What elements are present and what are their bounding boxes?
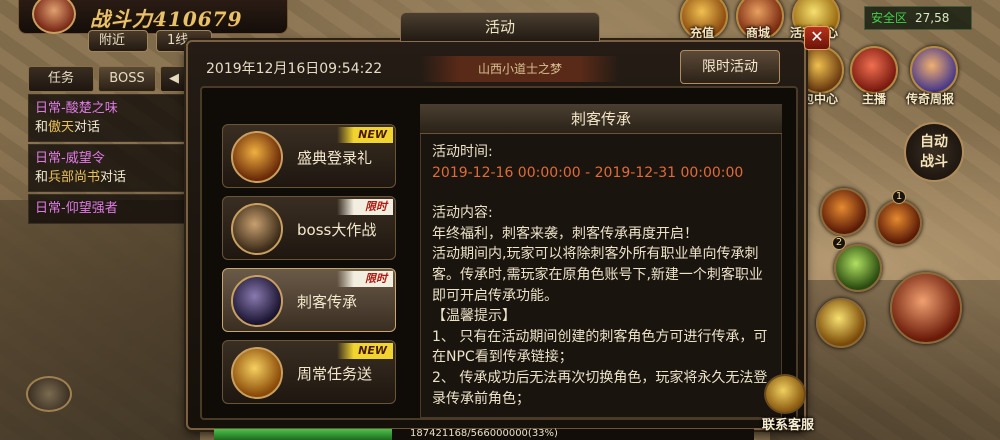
customer-service-label[interactable]: 联系客服 [762,414,814,433]
limited-tag: 限时 [337,271,393,287]
anchor-icon[interactable] [850,46,898,94]
chevron-left-icon: ◀ [169,71,179,86]
activity-item-weekly-tasks[interactable]: 周常任务送 NEW [222,340,396,404]
new-tag: NEW [337,127,393,143]
activity-item-assassin-inherit[interactable]: 刺客传承 限时 [222,268,396,332]
activity-label: 盛典登录礼 [297,149,373,167]
customer-service-phone-icon[interactable] [764,374,806,414]
treasure-bag-icon [231,131,283,183]
skill-slot-badge: 2 [832,236,846,250]
task-title: 日常-酸楚之味 [35,101,118,116]
close-icon: ✕ [810,27,824,46]
zone-label: 安全区 [871,11,908,25]
experience-text: 187421168/566000000(33%) [410,428,558,439]
limited-activity-tab[interactable]: 限时活动 [680,50,780,84]
content-line: 活动期间内,玩家可以将除刺客外所有职业单向传承刺客。传承时,需玩家在原角色账号下… [432,246,763,304]
skill-slot-badge: 1 [892,190,906,204]
chat-icon[interactable] [26,376,72,412]
activity-item-celebration-login[interactable]: 盛典登录礼 NEW [222,124,396,188]
auto-fight-label: 自动战斗 [920,134,948,170]
shop-label: 商城 [746,26,771,40]
server-datetime: 2019年12月16日09:54:22 [206,61,383,77]
fire-skill-icon[interactable] [820,188,868,236]
new-tag: NEW [337,343,393,359]
content-line: 2、 传承成功后无法再次切换角色，玩家将永久无法登录传承前角色； [432,369,768,407]
assassin-icon [231,275,283,327]
detail-title: 刺客传承 [420,104,782,134]
limited-tag: 限时 [337,199,393,215]
task-item[interactable]: 日常-威望令 和兵部尚书对话 [28,144,190,192]
content-line: 【温馨提示】 [432,308,516,325]
boss-icon [231,203,283,255]
slash-skill-icon[interactable] [876,200,922,246]
nearby-button[interactable]: 附近 [88,30,148,52]
tab-boss[interactable]: BOSS [98,66,156,92]
tab-tasks[interactable]: 任务 [28,66,94,92]
content-line: 年终福利，刺客来袭，刺客传承再度开启！ [432,225,698,242]
treasure-chest-icon [231,347,283,399]
combat-power: 战斗力410679 [90,7,243,31]
zone-indicator: 安全区 27,58 [864,6,972,30]
window-title: 活动 [400,12,600,42]
main-attack-skill-icon[interactable] [890,272,962,344]
task-item[interactable]: 日常-酸楚之味 和傲天对话 [28,94,190,142]
activity-label: boss大作战 [297,221,377,239]
collapse-panel-button[interactable]: ◀ [160,66,188,92]
task-desc: 和傲天对话 [35,120,101,135]
experience-bar: 187421168/566000000(33%) [214,428,754,440]
activity-label: 周常任务送 [297,365,373,383]
time-label: 活动时间: [432,144,493,160]
content-label: 活动内容: [432,205,493,222]
task-title: 日常-威望令 [35,151,105,166]
recharge-label: 充值 [690,26,715,40]
auto-fight-button[interactable]: 自动战斗 [904,122,964,182]
burst-skill-icon[interactable] [816,298,866,348]
detail-body[interactable]: 活动时间: 2019-12-16 00:00:00 - 2019-12-31 0… [432,142,776,409]
legend-report-icon[interactable] [910,46,958,94]
anchor-label: 主播 [862,92,887,106]
content-line: 1、 只有在活动期间创建的刺客角色方可进行传承，可在NPC看到传承链接； [432,328,768,366]
task-desc: 和兵部尚书对话 [35,170,127,185]
map-coordinates: 27,58 [915,11,950,25]
task-title: 日常-仰望强者 [35,201,118,216]
world-banner: 山西小道士之梦 [420,56,620,82]
close-button[interactable]: ✕ [804,26,830,50]
activity-item-boss-battle[interactable]: boss大作战 限时 [222,196,396,260]
legend-report-label: 传奇周报 [906,92,955,106]
poison-skill-icon[interactable] [834,244,882,292]
time-value: 2019-12-16 00:00:00 - 2019-12-31 00:00:0… [432,164,744,181]
activity-label: 刺客传承 [297,293,358,311]
task-item[interactable]: 日常-仰望强者 [28,194,190,224]
